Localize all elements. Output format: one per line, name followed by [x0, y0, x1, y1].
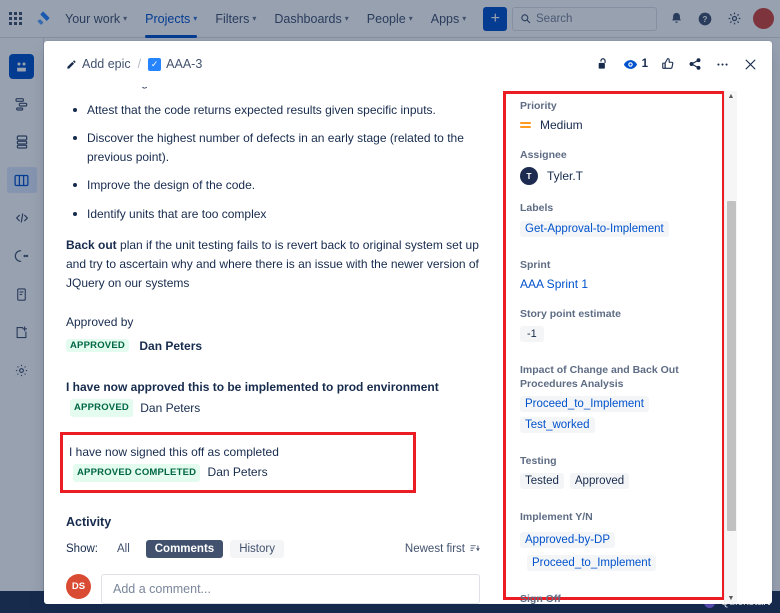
- issue-detail-modal: Add epic / ✓ AAA-3: [44, 41, 772, 604]
- field-story-point-estimate: Story point estimate -1: [520, 307, 730, 347]
- backout-text: plan if the unit testing fails to is rev…: [66, 238, 479, 290]
- field-label: Labels: [520, 201, 730, 215]
- statement-author: Dan Peters: [140, 401, 200, 415]
- assignee-name: Tyler.T: [547, 169, 583, 183]
- field-sprint: Sprint AAA Sprint 1: [520, 258, 730, 291]
- field-label: Sign Off: [520, 592, 730, 604]
- field-label: Impact of Change and Back Out Procedures…: [520, 363, 730, 391]
- approved-by-row: APPROVED Dan Peters: [66, 337, 480, 355]
- status-badge: APPROVED COMPLETED: [73, 464, 200, 482]
- activity-heading: Activity: [66, 515, 480, 529]
- vote-thumbsup-icon[interactable]: [661, 57, 675, 71]
- share-icon[interactable]: [688, 57, 702, 71]
- watch-count: 1: [642, 58, 648, 70]
- field-value[interactable]: Medium: [520, 118, 730, 132]
- sort-label: Newest first: [405, 543, 465, 555]
- backout-paragraph: Back out plan if the unit testing fails …: [66, 236, 480, 294]
- issue-key-link[interactable]: ✓ AAA-3: [148, 57, 202, 71]
- show-label: Show:: [66, 543, 98, 555]
- comment-input[interactable]: Add a comment...: [101, 574, 480, 604]
- impact-chip[interactable]: Proceed_to_Implement: [520, 396, 649, 412]
- implement-chip[interactable]: Approved-by-DP: [520, 532, 615, 548]
- field-sign-off: Sign Off Approved-by-DP: [520, 592, 730, 604]
- list-item: Attest that the code returns expected re…: [66, 101, 480, 120]
- statement-text: I have now approved this to be implement…: [66, 380, 439, 394]
- priority-medium-icon: [520, 122, 531, 128]
- comment-placeholder: Add a comment...: [113, 582, 211, 596]
- tab-history[interactable]: History: [230, 540, 284, 558]
- field-implement-yn: Implement Y/N Approved-by-DP Proceed_to_…: [520, 510, 730, 575]
- implement-chip[interactable]: Proceed_to_Implement: [527, 555, 656, 571]
- avatar: T: [520, 167, 538, 185]
- add-comment-row: DS Add a comment... Pro tip: press M to …: [66, 574, 480, 604]
- field-priority: Priority Medium: [520, 99, 730, 132]
- field-label: Testing: [520, 454, 730, 468]
- description-bullet-list: Attest that the code returns expected re…: [66, 101, 480, 224]
- field-value[interactable]: T Tyler.T: [520, 167, 730, 185]
- task-type-icon: ✓: [148, 58, 161, 71]
- field-testing: Testing Tested Approved: [520, 454, 730, 494]
- list-item: Discover the highest number of defects i…: [66, 129, 480, 166]
- unlock-icon[interactable]: [596, 57, 610, 71]
- fields-list: Priority Medium Assignee T Tyler.T: [508, 91, 740, 604]
- tab-comments[interactable]: Comments: [146, 540, 223, 558]
- status-badge: APPROVED: [70, 399, 133, 417]
- header-actions: 1: [596, 57, 758, 72]
- edit-pencil-icon: [66, 59, 77, 70]
- field-impact-analysis: Impact of Change and Back Out Procedures…: [520, 363, 730, 438]
- watch-eye-icon[interactable]: 1: [623, 57, 648, 72]
- statement-author: Dan Peters: [208, 465, 268, 479]
- sort-descending-icon: [469, 543, 480, 554]
- scrollbar-thumb[interactable]: [727, 201, 736, 531]
- fields-scrollbar[interactable]: ▲ ▼: [724, 91, 737, 604]
- signed-off-highlight-box: I have now signed this off as completed …: [60, 432, 416, 493]
- approved-by-heading: Approved by: [66, 315, 480, 329]
- approval-statement-1: I have now approved this to be implement…: [66, 377, 480, 418]
- scroll-up-icon[interactable]: ▲: [728, 91, 735, 102]
- avatar[interactable]: DS: [66, 574, 91, 599]
- status-badge: APPROVED: [66, 339, 129, 352]
- add-epic-label: Add epic: [82, 57, 131, 71]
- testing-chip[interactable]: Approved: [570, 473, 629, 489]
- label-chip[interactable]: Get-Approval-to-Implement: [520, 221, 669, 237]
- field-label: Priority: [520, 99, 730, 113]
- activity-filter-row: Show: All Comments History Newest first: [66, 540, 480, 558]
- field-label: Assignee: [520, 148, 730, 162]
- breadcrumb: Add epic / ✓ AAA-3: [66, 57, 202, 71]
- description-column: The unit testing will: - Attest that the…: [44, 87, 496, 604]
- list-item: Identify units that are too complex: [66, 205, 480, 224]
- sprint-link[interactable]: AAA Sprint 1: [520, 277, 730, 291]
- field-labels: Labels Get-Approval-to-Implement: [520, 201, 730, 241]
- impact-chip[interactable]: Test_worked: [520, 417, 595, 433]
- field-label: Implement Y/N: [520, 510, 730, 524]
- field-label: Sprint: [520, 258, 730, 272]
- approval-statement-2: I have now signed this off as completed …: [69, 442, 405, 483]
- statement-text: I have now signed this off as completed: [69, 445, 279, 459]
- fields-column: Priority Medium Assignee T Tyler.T: [496, 87, 740, 604]
- breadcrumb-separator: /: [138, 57, 141, 71]
- field-assignee: Assignee T Tyler.T: [520, 148, 730, 185]
- approver-name: Dan Peters: [139, 339, 202, 353]
- modal-header: Add epic / ✓ AAA-3: [44, 41, 772, 87]
- issue-key-label: AAA-3: [166, 57, 202, 71]
- scroll-down-icon[interactable]: ▼: [728, 593, 735, 604]
- modal-body: The unit testing will: - Attest that the…: [44, 87, 772, 604]
- more-actions-icon[interactable]: [715, 57, 730, 72]
- priority-value: Medium: [540, 118, 583, 132]
- story-point-value[interactable]: -1: [520, 326, 544, 342]
- description-intro: The unit testing will: -: [66, 87, 480, 92]
- app-root: You're in a team-managed project: [0, 0, 780, 613]
- close-icon[interactable]: [743, 57, 758, 72]
- field-label: Story point estimate: [520, 307, 730, 321]
- testing-chip[interactable]: Tested: [520, 473, 564, 489]
- sort-order-button[interactable]: Newest first: [405, 543, 480, 555]
- add-epic-button[interactable]: Add epic: [66, 57, 131, 71]
- tab-all[interactable]: All: [108, 540, 139, 558]
- list-item: Improve the design of the code.: [66, 176, 480, 195]
- backout-label: Back out: [66, 238, 117, 252]
